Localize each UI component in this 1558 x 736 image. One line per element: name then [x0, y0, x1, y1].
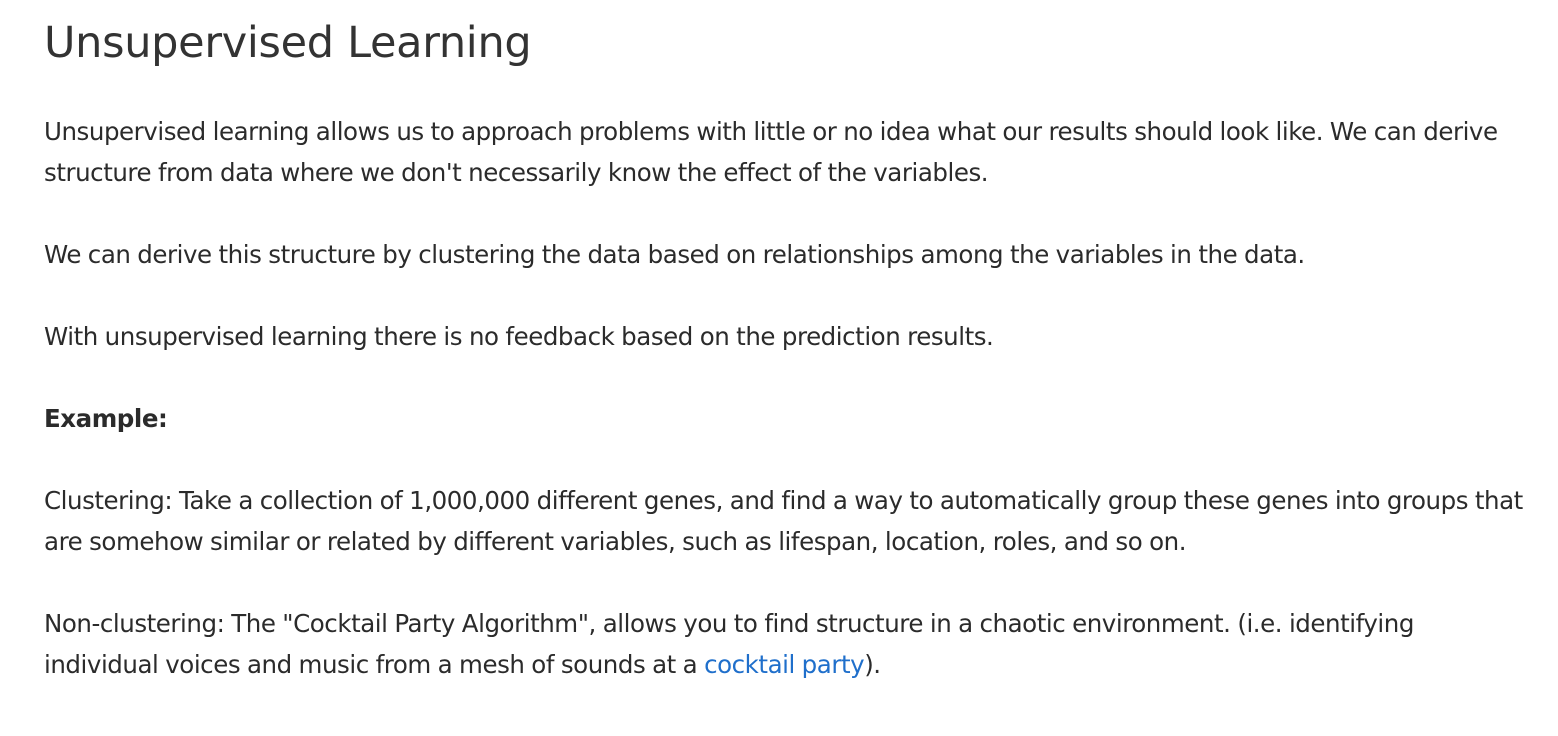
clustering-paragraph: Clustering: Take a collection of 1,000,0… — [44, 486, 1523, 556]
non-clustering-text-end: ). — [864, 650, 881, 679]
structure-paragraph: We can derive this structure by clusteri… — [44, 240, 1305, 269]
cocktail-party-link[interactable]: cocktail party — [704, 650, 865, 679]
example-label: Example: — [44, 404, 168, 433]
page-title: Unsupervised Learning — [44, 18, 532, 68]
intro-paragraph: Unsupervised learning allows us to appro… — [44, 117, 1498, 187]
example-heading: Example: — [44, 398, 1534, 439]
non-clustering-paragraph: Non-clustering: The "Cocktail Party Algo… — [44, 603, 1534, 685]
article-content: Unsupervised Learning Unsupervised learn… — [44, 14, 1534, 685]
feedback-paragraph: With unsupervised learning there is no f… — [44, 322, 994, 351]
